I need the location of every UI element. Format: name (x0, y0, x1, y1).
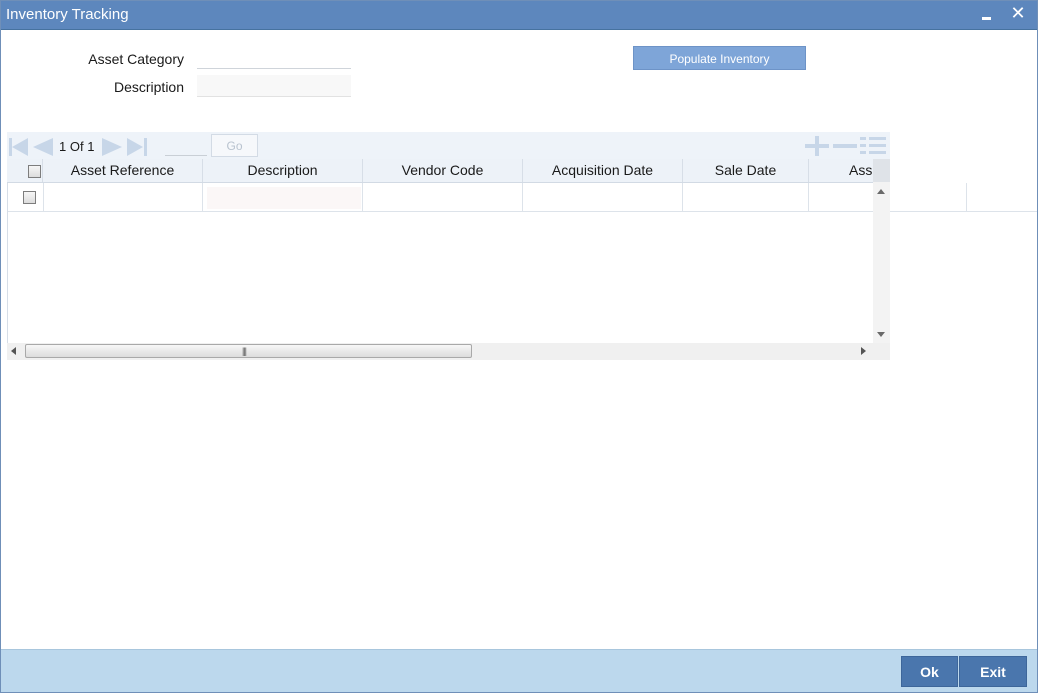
vertical-scroll-thumb[interactable] (873, 159, 890, 182)
grid-extension-divider (966, 183, 967, 212)
of-label: Of (69, 139, 84, 154)
current-page: 1 (59, 139, 67, 154)
first-page-icon[interactable] (9, 138, 31, 156)
footer-bar: Ok Exit (1, 649, 1037, 692)
horizontal-scroll-thumb[interactable]: ||| (25, 344, 472, 358)
row-checkbox[interactable] (23, 191, 36, 204)
single-view-icon[interactable] (860, 135, 886, 157)
grid-toolbar: 1 Of 1 Go (7, 132, 890, 159)
table-row[interactable] (8, 183, 874, 212)
description-label: Description (113, 79, 184, 95)
column-header-description[interactable]: Description (203, 159, 363, 182)
column-header-sale-date[interactable]: Sale Date (683, 159, 809, 182)
column-header-asset-reference[interactable]: Asset Reference (43, 159, 203, 182)
scroll-down-icon[interactable] (877, 332, 885, 337)
add-row-icon[interactable] (805, 136, 829, 156)
select-all-checkbox[interactable] (28, 165, 41, 178)
grid-header: Asset Reference Description Vendor Code … (7, 159, 873, 183)
total-pages: 1 (87, 139, 95, 154)
go-button[interactable]: Go (211, 134, 258, 157)
title-bar: Inventory Tracking ✕ (1, 1, 1037, 30)
description-field[interactable] (197, 75, 351, 97)
scroll-up-icon[interactable] (877, 189, 885, 194)
column-header-vendor-code[interactable]: Vendor Code (363, 159, 523, 182)
exit-button[interactable]: Exit (959, 656, 1027, 687)
window-title: Inventory Tracking (6, 6, 129, 23)
asset-category-input[interactable] (197, 47, 351, 69)
horizontal-scrollbar[interactable]: ||| (7, 343, 890, 360)
vertical-scrollbar[interactable] (873, 159, 890, 343)
select-all-cell (7, 159, 43, 182)
next-page-icon[interactable] (102, 138, 122, 156)
delete-row-icon[interactable] (833, 136, 857, 156)
column-header-acquisition-date[interactable]: Acquisition Date (523, 159, 683, 182)
scroll-right-icon[interactable] (861, 347, 866, 355)
close-icon[interactable]: ✕ (1009, 2, 1027, 24)
cell-ass[interactable] (809, 183, 874, 211)
minimize-icon[interactable] (981, 7, 993, 21)
populate-inventory-button[interactable]: Populate Inventory (633, 46, 806, 70)
previous-page-icon[interactable] (33, 138, 53, 156)
scroll-left-icon[interactable] (11, 347, 16, 355)
row-select-cell (8, 183, 44, 211)
asset-category-label: Asset Category (88, 51, 184, 67)
inventory-grid: 1 Of 1 Go Asset Reference Description Ve… (7, 132, 890, 360)
row-description-input[interactable] (207, 187, 361, 209)
page-indicator: 1 Of 1 (59, 139, 94, 154)
grid-extension-line (890, 211, 1037, 212)
cell-acquisition-date[interactable] (523, 183, 683, 211)
ok-button[interactable]: Ok (901, 656, 958, 687)
cell-asset-reference[interactable] (44, 183, 203, 211)
column-header-ass[interactable]: Ass (809, 159, 873, 182)
inventory-tracking-window: Inventory Tracking ✕ Asset Category Desc… (0, 0, 1038, 693)
page-number-input[interactable] (165, 135, 207, 156)
last-page-icon[interactable] (127, 138, 149, 156)
cell-description[interactable] (203, 183, 363, 211)
grid-body (7, 183, 874, 343)
cell-sale-date[interactable] (683, 183, 809, 211)
cell-vendor-code[interactable] (363, 183, 523, 211)
